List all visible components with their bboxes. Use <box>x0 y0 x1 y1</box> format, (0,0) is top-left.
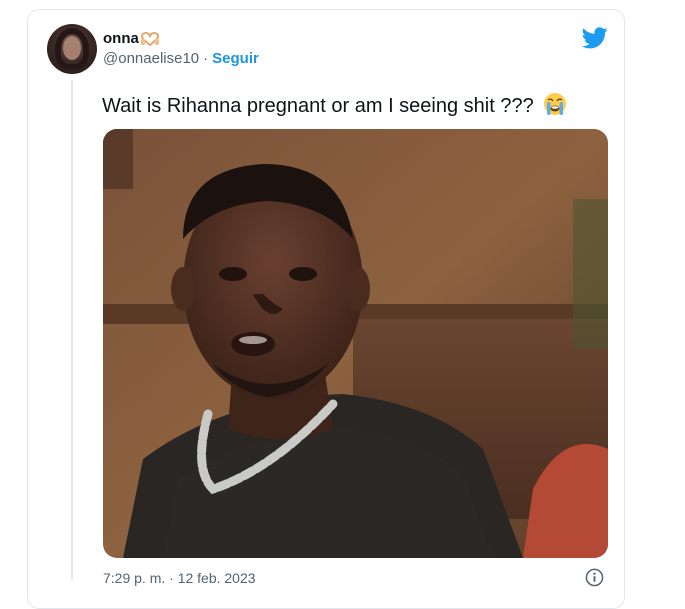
user-block: onna @onnaelise10 · Seguir <box>103 30 259 67</box>
info-icon[interactable] <box>585 568 604 587</box>
tweet-text: Wait is Rihanna pregnant or am I seeing … <box>102 92 567 118</box>
loudly-crying-face-icon <box>544 93 567 115</box>
display-name[interactable]: onna <box>103 30 259 47</box>
media-photo <box>103 129 608 558</box>
avatar-face <box>63 36 81 60</box>
tweet-timestamp[interactable]: 7:29 p. m. · 12 feb. 2023 <box>103 570 256 586</box>
follow-link[interactable]: Seguir <box>212 50 259 67</box>
thread-line <box>71 80 73 580</box>
tweet-text-content: Wait is Rihanna pregnant or am I seeing … <box>102 95 534 117</box>
avatar[interactable] <box>47 24 97 74</box>
handle[interactable]: @onnaelise10 <box>103 50 199 67</box>
twitter-bird-icon[interactable] <box>582 27 608 49</box>
tweet-media-image[interactable] <box>103 129 608 558</box>
handle-separator: · <box>203 50 209 67</box>
tweet-card: onna @onnaelise10 · Seguir Wait is Rihan… <box>27 9 625 609</box>
handle-row: @onnaelise10 · Seguir <box>103 50 259 67</box>
heart-hands-icon <box>140 31 159 46</box>
display-name-text: onna <box>103 30 139 47</box>
